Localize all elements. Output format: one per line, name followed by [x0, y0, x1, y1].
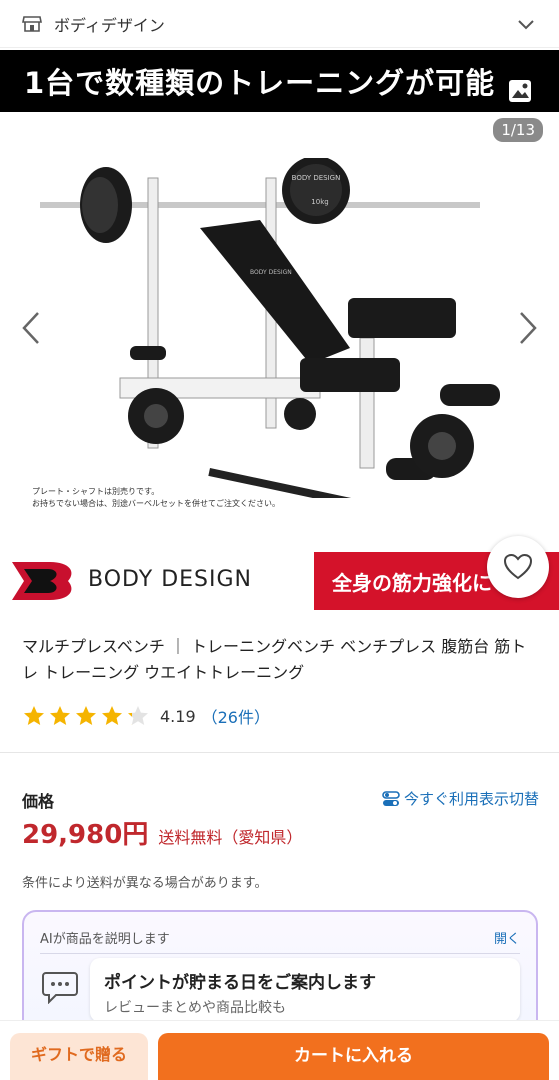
heart-icon — [503, 553, 533, 580]
action-bar: ギフトで贈る カートに入れる — [0, 1020, 559, 1080]
store-icon — [22, 15, 42, 32]
plate-label: BODY DESIGN — [292, 174, 341, 182]
product-page: ボディデザイン 1台で数種類のトレーニングが可能 1/13 BODY DESIG… — [0, 0, 559, 1080]
divider — [0, 752, 559, 753]
chevron-right-icon[interactable] — [515, 310, 541, 346]
image-counter: 1/13 — [493, 118, 543, 142]
rating[interactable]: 4.19 （26件） — [22, 704, 270, 728]
image-banner: 1台で数種類のトレーニングが可能 — [0, 50, 559, 112]
star-rating — [22, 704, 152, 728]
shipping-info: 送料無料（愛知県） — [158, 828, 303, 847]
chat-bubble-icon — [42, 972, 78, 1004]
price-value: 29,980円 — [22, 820, 149, 850]
brand-logo-icon — [12, 562, 72, 600]
store-header[interactable]: ボディデザイン — [0, 0, 559, 48]
display-toggle-label: 今すぐ利用表示切替 — [403, 790, 539, 808]
chevron-down-icon[interactable] — [515, 13, 537, 35]
review-count-link[interactable]: （26件） — [202, 704, 270, 728]
star-icon — [24, 706, 44, 725]
caption-line-1: プレート・シャフトは別売りです。 — [32, 487, 160, 496]
price-row: 29,980円 送料無料（愛知県） — [22, 814, 302, 851]
caption-line-2: お持ちでない場合は、別途バーベルセットを併せてご注文ください。 — [32, 499, 280, 508]
store-name: ボディデザイン — [54, 15, 165, 35]
product-image-carousel[interactable]: 1台で数種類のトレーニングが可能 1/13 BODY DESIGN 10kg B… — [0, 48, 559, 548]
ai-message-main: ポイントが貯まる日をご案内します — [104, 973, 376, 993]
favorite-button[interactable] — [487, 536, 549, 598]
ai-open-link[interactable]: 開く — [494, 928, 520, 947]
ai-message-bubble[interactable]: ポイントが貯まる日をご案内します レビューまとめや商品比較も — [90, 958, 520, 1022]
bench-logo-text: BODY DESIGN — [250, 269, 292, 276]
shipping-note: 条件により送料が異なる場合があります。 — [22, 876, 268, 891]
product-title: マルチプレスベンチ ｜ トレーニングベンチ ベンチプレス 腹筋台 筋トレ トレー… — [22, 637, 527, 682]
star-icon — [102, 706, 122, 725]
image-icon[interactable] — [507, 78, 533, 104]
ai-message-sub: レビューまとめや商品比較も — [104, 1000, 286, 1016]
add-to-cart-button[interactable]: カートに入れる — [158, 1033, 549, 1080]
brand-text: BODY DESIGN — [88, 567, 252, 592]
rating-value: 4.19 — [160, 706, 196, 726]
ai-card-title: AIが商品を説明します — [40, 932, 170, 947]
display-toggle-link[interactable]: 今すぐ利用表示切替 — [382, 788, 539, 809]
plate-weight: 10kg — [311, 198, 328, 206]
price-label: 価格 — [22, 792, 55, 811]
star-icon — [50, 706, 70, 725]
toggle-icon — [382, 790, 400, 806]
star-icon — [128, 706, 148, 725]
gift-button[interactable]: ギフトで贈る — [10, 1033, 148, 1080]
product-image: BODY DESIGN 10kg BODY DESIGN — [40, 158, 500, 498]
brand-strip: BODY DESIGN 全身の筋力強化に — [0, 552, 559, 610]
ai-card-header: AIが商品を説明します 開く — [40, 928, 520, 954]
star-icon — [76, 706, 96, 725]
